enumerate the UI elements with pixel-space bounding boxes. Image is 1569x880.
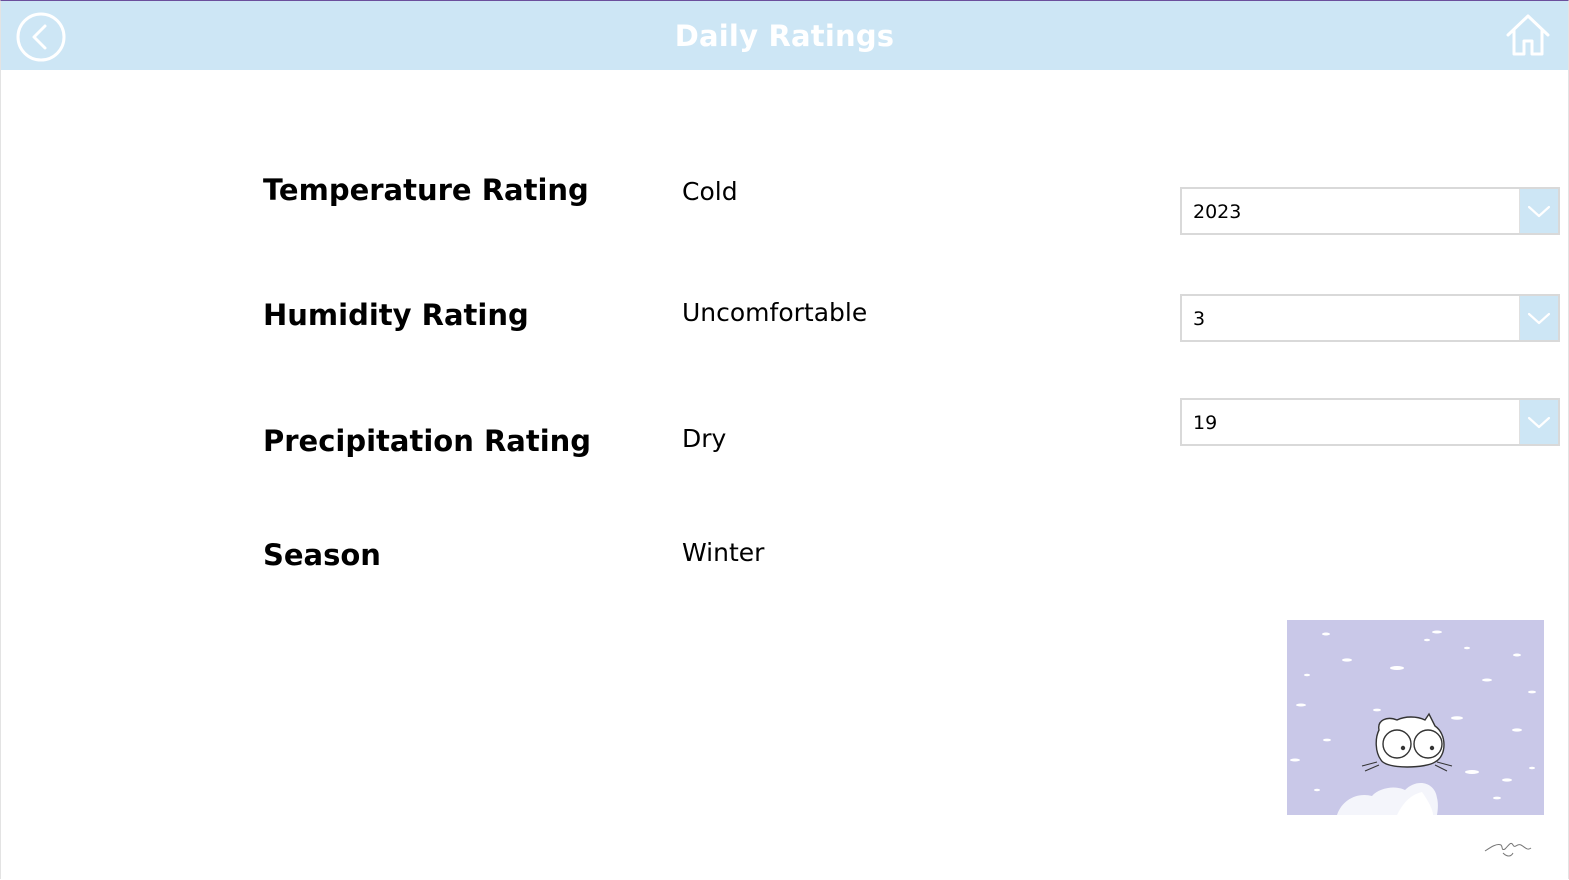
header-bar: Daily Ratings <box>1 1 1568 70</box>
season-label: Season <box>263 538 381 572</box>
chevron-down-icon <box>1527 416 1551 429</box>
month-dropdown-toggle[interactable] <box>1519 296 1558 340</box>
app-window: Daily Ratings Temperature Rating Cold Hu… <box>0 0 1569 879</box>
year-dropdown-value: 2023 <box>1193 201 1242 223</box>
month-dropdown[interactable]: 3 <box>1180 294 1560 342</box>
humidity-rating-value: Uncomfortable <box>682 298 868 327</box>
year-dropdown[interactable]: 2023 <box>1180 187 1560 235</box>
precipitation-rating-value: Dry <box>682 424 727 453</box>
snowy-cat-illustration <box>1287 620 1544 815</box>
home-button[interactable] <box>1505 13 1551 57</box>
year-dropdown-toggle[interactable] <box>1519 189 1558 233</box>
day-dropdown[interactable]: 19 <box>1180 398 1560 446</box>
page-title: Daily Ratings <box>674 19 895 53</box>
temperature-rating-label: Temperature Rating <box>263 173 589 207</box>
artist-signature <box>1483 833 1533 861</box>
humidity-rating-label: Humidity Rating <box>263 298 529 332</box>
home-icon <box>1506 14 1550 56</box>
chevron-down-icon <box>1527 205 1551 218</box>
season-value: Winter <box>682 538 765 567</box>
temperature-rating-value: Cold <box>682 177 738 206</box>
precipitation-rating-label: Precipitation Rating <box>263 424 592 458</box>
month-dropdown-value: 3 <box>1193 308 1206 330</box>
day-dropdown-toggle[interactable] <box>1519 400 1558 444</box>
day-dropdown-value: 19 <box>1193 412 1218 434</box>
chevron-down-icon <box>1527 312 1551 325</box>
